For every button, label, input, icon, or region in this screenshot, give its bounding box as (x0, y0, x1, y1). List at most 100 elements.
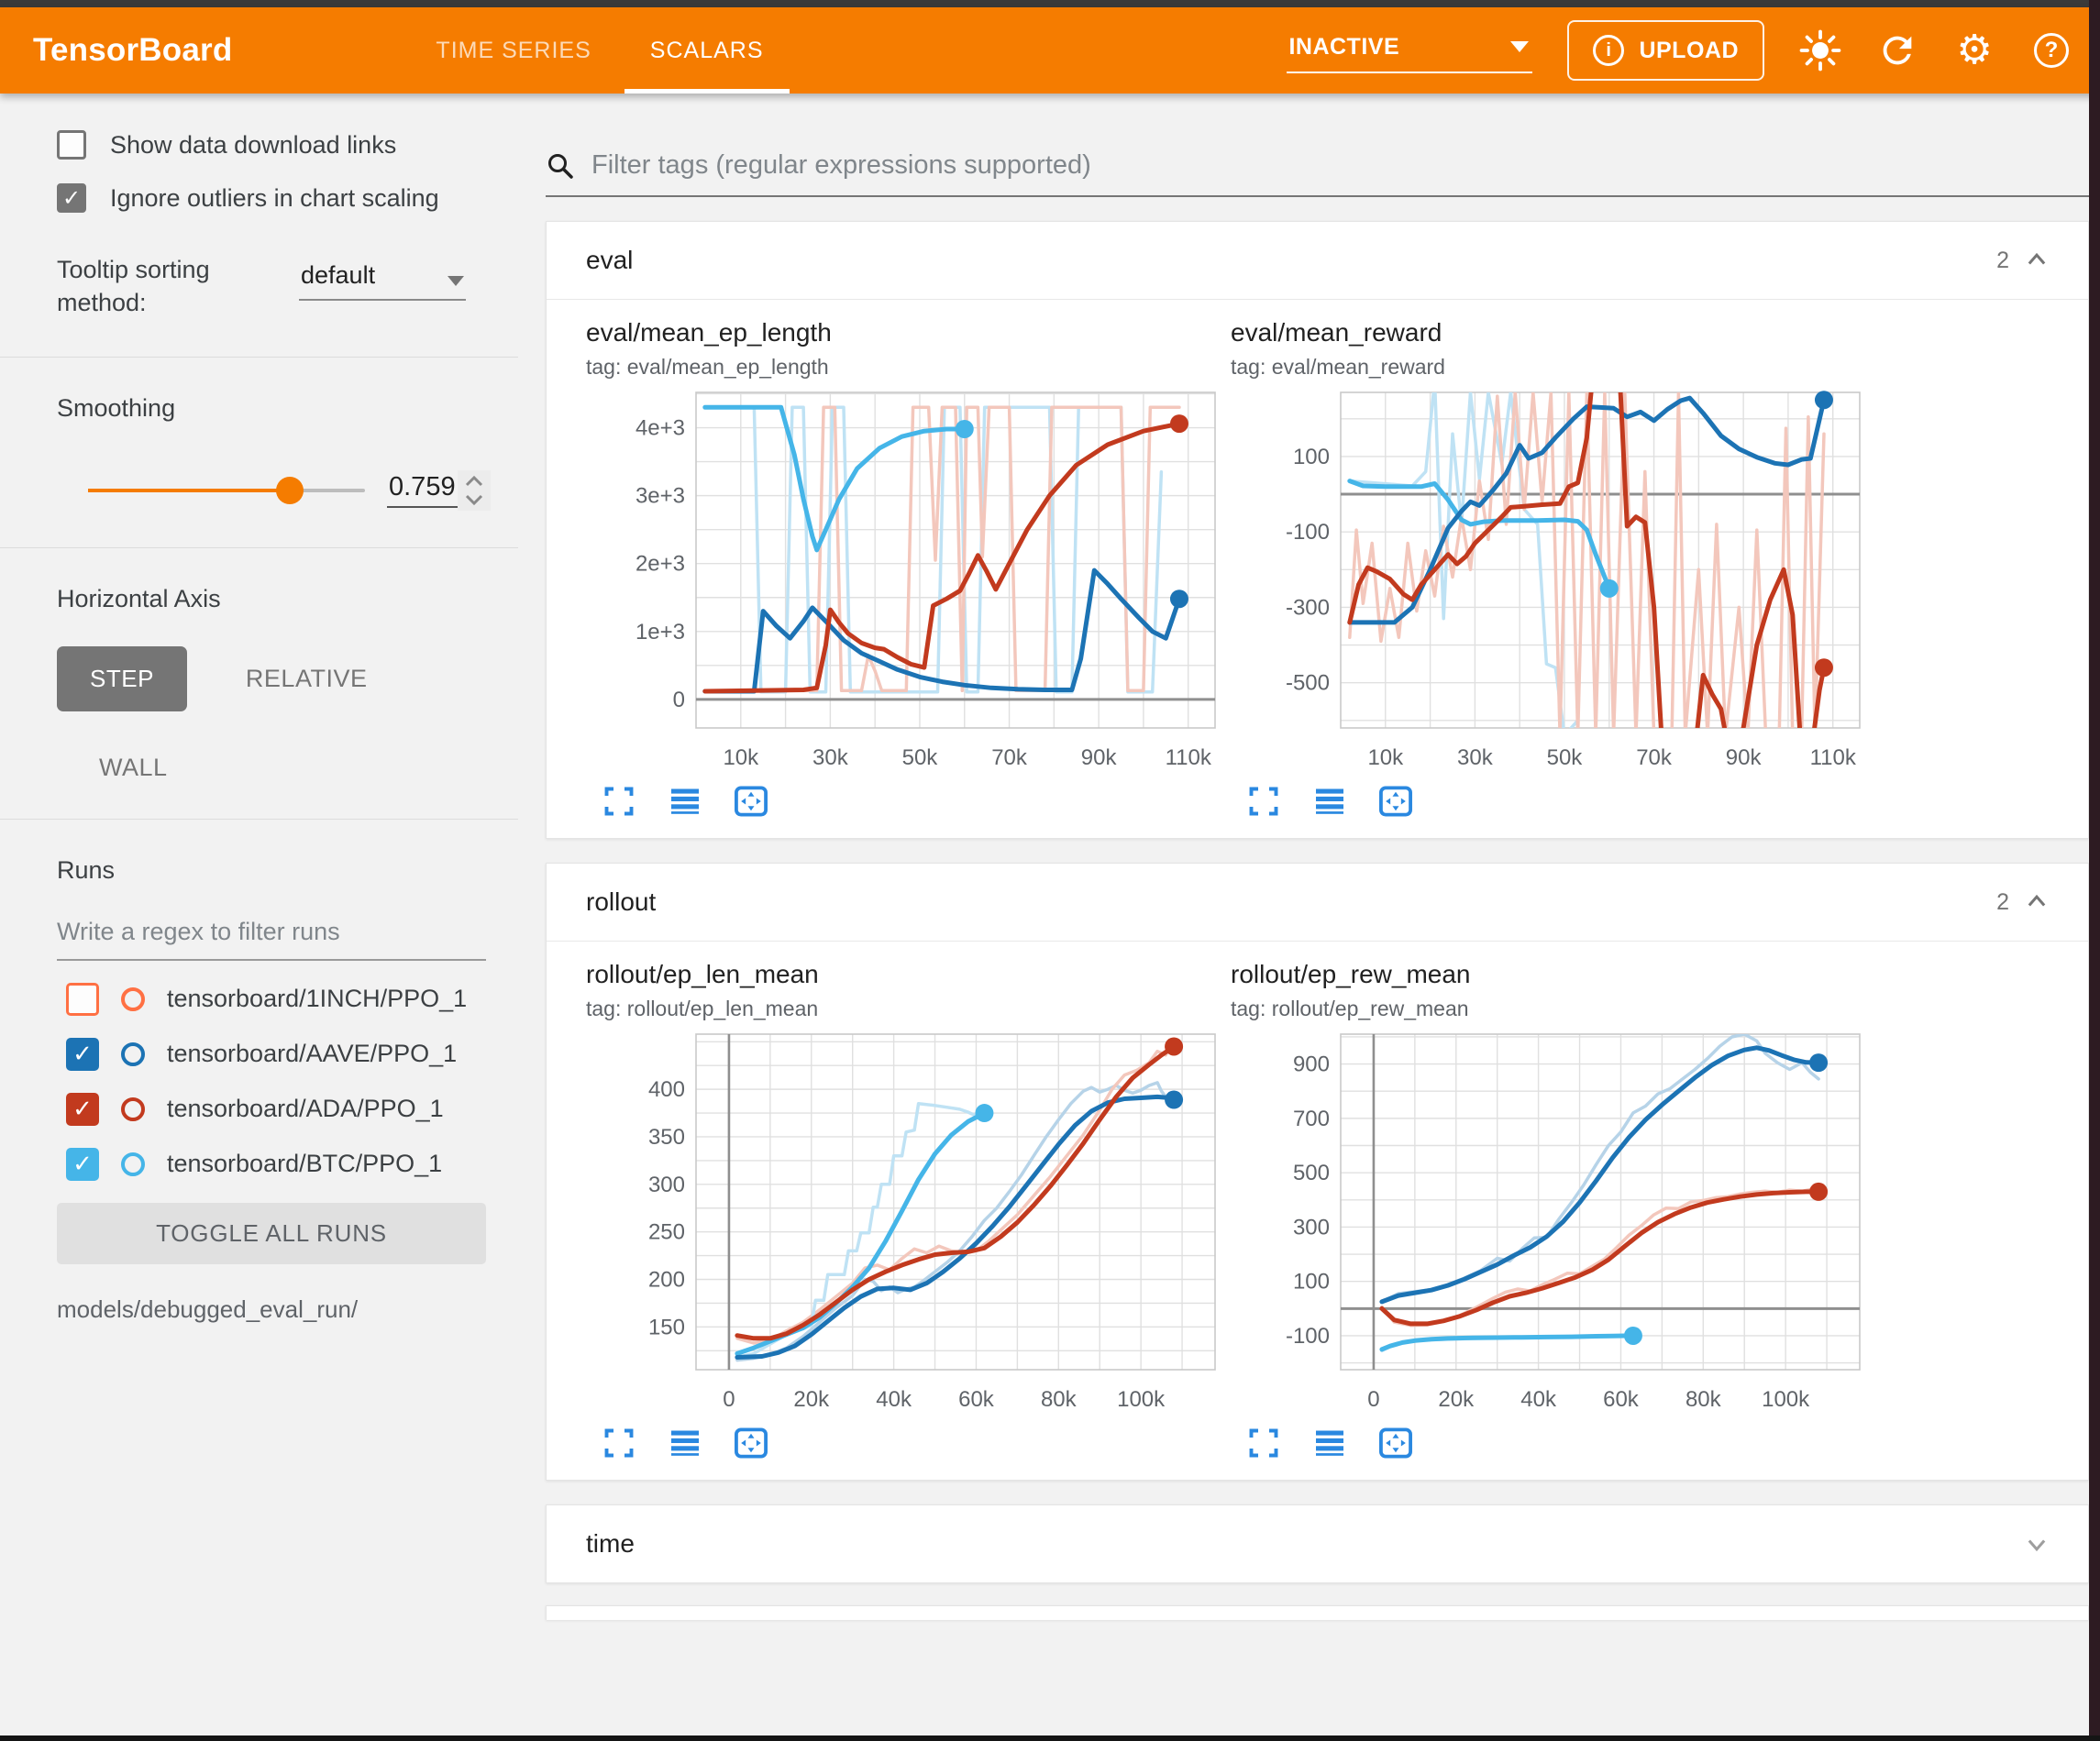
vertical-scrollbar[interactable] (2089, 0, 2100, 1741)
svg-text:0: 0 (673, 688, 685, 712)
line-chart[interactable]: 100-100-300-50010k30k50k70k90k110k (1231, 381, 1873, 776)
endpoint-marker (1165, 1091, 1183, 1109)
smoothing-value-field[interactable]: 0.759 (387, 472, 458, 508)
runs-table-icon[interactable] (1311, 1425, 1348, 1461)
tooltip-sorting-value: default (301, 261, 375, 290)
runs-table-icon[interactable] (667, 1425, 703, 1461)
line-chart[interactable]: 150200250300350400020k40k60k80k100k (586, 1023, 1228, 1417)
runs-filter-input[interactable]: Write a regex to filter runs (57, 918, 486, 961)
endpoint-marker (975, 1104, 993, 1122)
smoothing-slider-thumb[interactable] (276, 477, 304, 504)
fullscreen-icon[interactable] (1245, 783, 1282, 820)
svg-text:100: 100 (1293, 445, 1330, 469)
section-collapse-rollout[interactable]: 2 (1996, 889, 2050, 916)
section-title-rollout: rollout (586, 887, 656, 917)
smoothing-stepper[interactable] (458, 470, 491, 511)
run-checkbox[interactable]: ✓ (66, 1093, 99, 1126)
sidebar-divider (0, 819, 518, 820)
settings-gear-icon[interactable]: ⚙ (1953, 29, 1995, 72)
run-row: ✓tensorboard/ADA/PPO_1 (66, 1093, 518, 1126)
status-dropdown[interactable]: INACTIVE (1287, 28, 1532, 73)
fullscreen-icon[interactable] (601, 783, 637, 820)
svg-text:100k: 100k (1762, 1387, 1810, 1412)
window-top-strip (0, 0, 2100, 7)
endpoint-marker (1170, 414, 1188, 433)
svg-text:400: 400 (648, 1077, 685, 1102)
svg-text:-300: -300 (1286, 595, 1330, 620)
app-title: TensorBoard (33, 32, 232, 69)
line-chart[interactable]: 900700500300100-100020k40k60k80k100k (1231, 1023, 1873, 1417)
line-chart-ep-len-mean[interactable]: 150200250300350400020k40k60k80k100k (586, 1023, 1231, 1417)
filter-tags-input[interactable]: Filter tags (regular expressions support… (546, 150, 2089, 197)
svg-text:20k: 20k (793, 1387, 830, 1412)
chart-title: eval/mean_reward (1231, 318, 1875, 347)
axis-option-wall[interactable]: WALL (99, 754, 168, 782)
svg-text:-100: -100 (1286, 520, 1330, 545)
smoothing-slider[interactable] (88, 489, 365, 492)
chart-card-ep-rew-mean: rollout/ep_rew_mean tag: rollout/ep_rew_… (1231, 960, 1875, 1476)
fit-domain-icon[interactable] (1377, 1425, 1414, 1461)
tab-scalars[interactable]: SCALARS (621, 7, 793, 94)
chevron-down-icon (448, 276, 464, 286)
svg-text:900: 900 (1293, 1052, 1330, 1077)
tab-time-series[interactable]: TIME SERIES (406, 7, 620, 94)
endpoint-marker (1170, 590, 1188, 608)
svg-text:300: 300 (1293, 1215, 1330, 1240)
settings-sidebar: Show data download links ✓ Ignore outlie… (0, 94, 518, 1735)
run-label: tensorboard/BTC/PPO_1 (167, 1150, 442, 1178)
show-download-links-label: Show data download links (110, 131, 396, 160)
fit-domain-icon[interactable] (733, 783, 769, 820)
svg-text:700: 700 (1293, 1107, 1330, 1131)
svg-text:70k: 70k (1636, 745, 1673, 770)
status-dropdown-value: INACTIVE (1288, 34, 1399, 61)
endpoint-marker (1815, 658, 1833, 677)
brightness-icon[interactable] (1799, 29, 1841, 72)
line-chart-mean-ep-length[interactable]: 01e+32e+33e+34e+310k30k50k70k90k110k (586, 381, 1231, 776)
upload-button[interactable]: i UPLOAD (1567, 20, 1764, 81)
svg-text:250: 250 (648, 1220, 685, 1245)
line-chart-ep-rew-mean[interactable]: 900700500300100-100020k40k60k80k100k (1231, 1023, 1875, 1417)
section-collapse-eval[interactable]: 2 (1996, 248, 2050, 274)
smoothing-slider-fill (88, 489, 290, 492)
run-label: tensorboard/1INCH/PPO_1 (167, 985, 467, 1013)
smoothing-label: Smoothing (57, 394, 518, 423)
runs-table-icon[interactable] (667, 783, 703, 820)
run-row: ✓ tensorboard/BTC/PPO_1 (66, 1148, 518, 1181)
tooltip-sorting-dropdown[interactable]: default (299, 253, 466, 301)
line-chart[interactable]: 01e+32e+33e+34e+310k30k50k70k90k110k (586, 381, 1228, 776)
run-checkbox[interactable]: ✓ (66, 1148, 99, 1181)
refresh-icon[interactable] (1876, 29, 1918, 72)
run-checkbox[interactable]: ✓ (66, 1038, 99, 1071)
axis-option-step[interactable]: STEP (57, 646, 187, 711)
fit-domain-icon[interactable] (1377, 783, 1414, 820)
run-row: tensorboard/1INCH/PPO_1 (66, 983, 518, 1016)
section-expand-time[interactable] (2024, 1531, 2050, 1557)
svg-text:80k: 80k (1041, 1387, 1078, 1412)
endpoint-marker (1624, 1327, 1642, 1345)
endpoint-marker (1815, 391, 1833, 409)
runs-table-icon[interactable] (1311, 783, 1348, 820)
svg-text:0: 0 (1367, 1387, 1379, 1412)
help-icon[interactable]: ? (2030, 29, 2072, 72)
fullscreen-icon[interactable] (601, 1425, 637, 1461)
line-chart-mean-reward[interactable]: 100-100-300-50010k30k50k70k90k110k (1231, 381, 1875, 776)
run-color-swatch (121, 1097, 145, 1121)
ignore-outliers-checkbox[interactable]: ✓ (57, 183, 86, 213)
fullscreen-icon[interactable] (1245, 1425, 1282, 1461)
window-bottom-strip (0, 1735, 2100, 1741)
axis-option-relative[interactable]: RELATIVE (246, 665, 368, 693)
svg-text:100k: 100k (1117, 1387, 1166, 1412)
chevron-down-icon (1510, 41, 1529, 52)
show-download-links-checkbox[interactable] (57, 130, 86, 160)
run-checkbox[interactable] (66, 983, 99, 1016)
svg-text:90k: 90k (1726, 745, 1763, 770)
run-color-swatch (121, 987, 145, 1011)
sidebar-divider (0, 357, 518, 358)
fit-domain-icon[interactable] (733, 1425, 769, 1461)
toggle-all-runs-button[interactable]: TOGGLE ALL RUNS (57, 1203, 486, 1264)
section-card-time: time (546, 1504, 2089, 1583)
runs-directory-caption: models/debugged_eval_run/ (57, 1295, 518, 1324)
filter-tags-placeholder: Filter tags (regular expressions support… (591, 150, 1091, 181)
svg-text:300: 300 (648, 1173, 685, 1197)
svg-text:30k: 30k (812, 745, 849, 770)
